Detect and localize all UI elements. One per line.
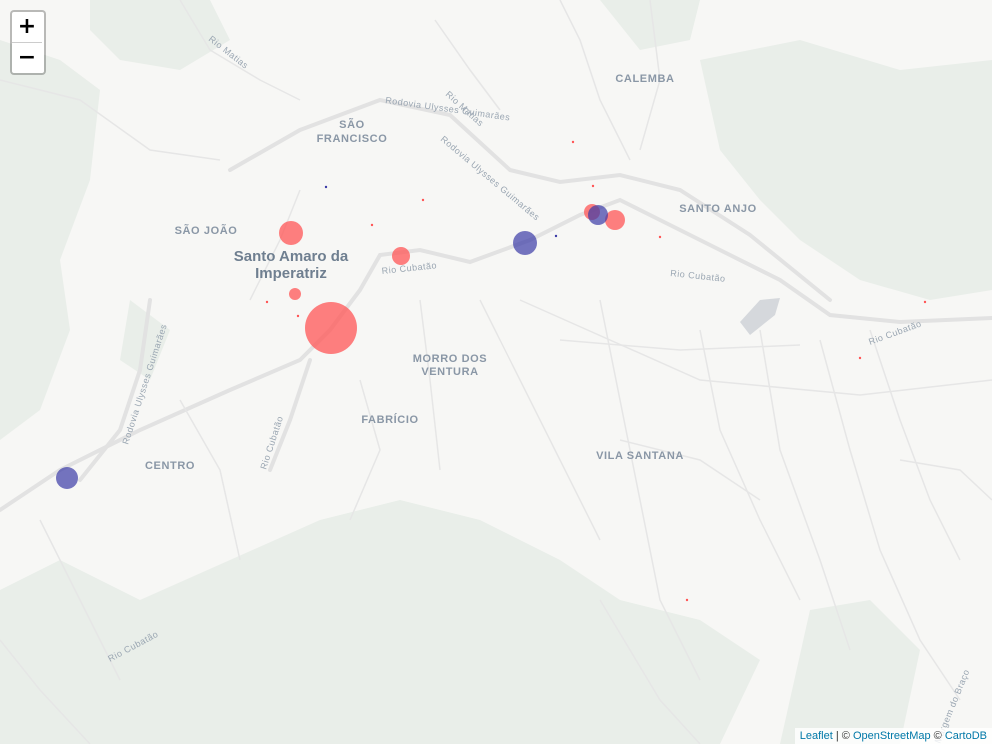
zoom-control: + − (10, 10, 46, 75)
place-fabricio: FABRÍCIO (361, 413, 418, 426)
leaflet-link[interactable]: Leaflet (800, 730, 833, 742)
place-calemba: CALEMBA (615, 73, 674, 85)
place-sao-francisco-line2: FRANCISCO (317, 133, 388, 145)
marker-blue-dot[interactable] (324, 185, 328, 189)
marker-red-dot[interactable] (265, 300, 269, 304)
marker-red-dot[interactable] (591, 184, 595, 188)
place-vila-santana: VILA SANTANA (596, 450, 684, 462)
marker-red-dot[interactable] (658, 235, 662, 239)
attribution-bar: Leaflet | © OpenStreetMap © CartoDB (794, 728, 992, 744)
marker-red-large[interactable] (305, 302, 357, 354)
place-centro: CENTRO (145, 460, 195, 472)
marker-red-dot[interactable] (370, 223, 374, 227)
cartodb-link[interactable]: CartoDB (945, 730, 987, 742)
basemap[interactable]: CALEMBA SÃO FRANCISCO SANTO ANJO SÃO JOÃ… (0, 0, 992, 744)
city-label-line1: Santo Amaro da (234, 248, 349, 265)
marker-blue-dot[interactable] (554, 234, 558, 238)
marker-red-dot[interactable] (923, 300, 927, 304)
place-morro-dos-ventura-line1: MORRO DOS (413, 353, 487, 365)
place-santo-anjo: SANTO ANJO (679, 203, 757, 215)
attribution-separator: © (930, 730, 945, 742)
marker-red[interactable] (289, 288, 301, 300)
marker-red[interactable] (605, 210, 625, 230)
city-label-line2: Imperatriz (255, 265, 327, 282)
marker-red[interactable] (279, 221, 303, 245)
place-sao-joao: SÃO JOÃO (175, 224, 238, 237)
map-container[interactable]: CALEMBA SÃO FRANCISCO SANTO ANJO SÃO JOÃ… (0, 0, 992, 744)
zoom-in-button[interactable]: + (12, 12, 42, 43)
marker-red[interactable] (392, 247, 410, 265)
place-morro-dos-ventura-line2: VENTURA (421, 366, 478, 378)
marker-blue[interactable] (513, 231, 537, 255)
marker-blue[interactable] (588, 205, 608, 225)
zoom-out-button[interactable]: − (12, 43, 42, 73)
openstreetmap-link[interactable]: OpenStreetMap (853, 730, 931, 742)
place-sao-francisco-line1: SÃO (339, 118, 365, 131)
marker-blue[interactable] (56, 467, 78, 489)
marker-red-dot[interactable] (296, 314, 300, 318)
marker-red-dot[interactable] (421, 198, 425, 202)
marker-red-dot[interactable] (685, 598, 689, 602)
attribution-separator: | © (832, 730, 853, 742)
marker-red-dot[interactable] (571, 140, 575, 144)
marker-red-dot[interactable] (858, 356, 862, 360)
